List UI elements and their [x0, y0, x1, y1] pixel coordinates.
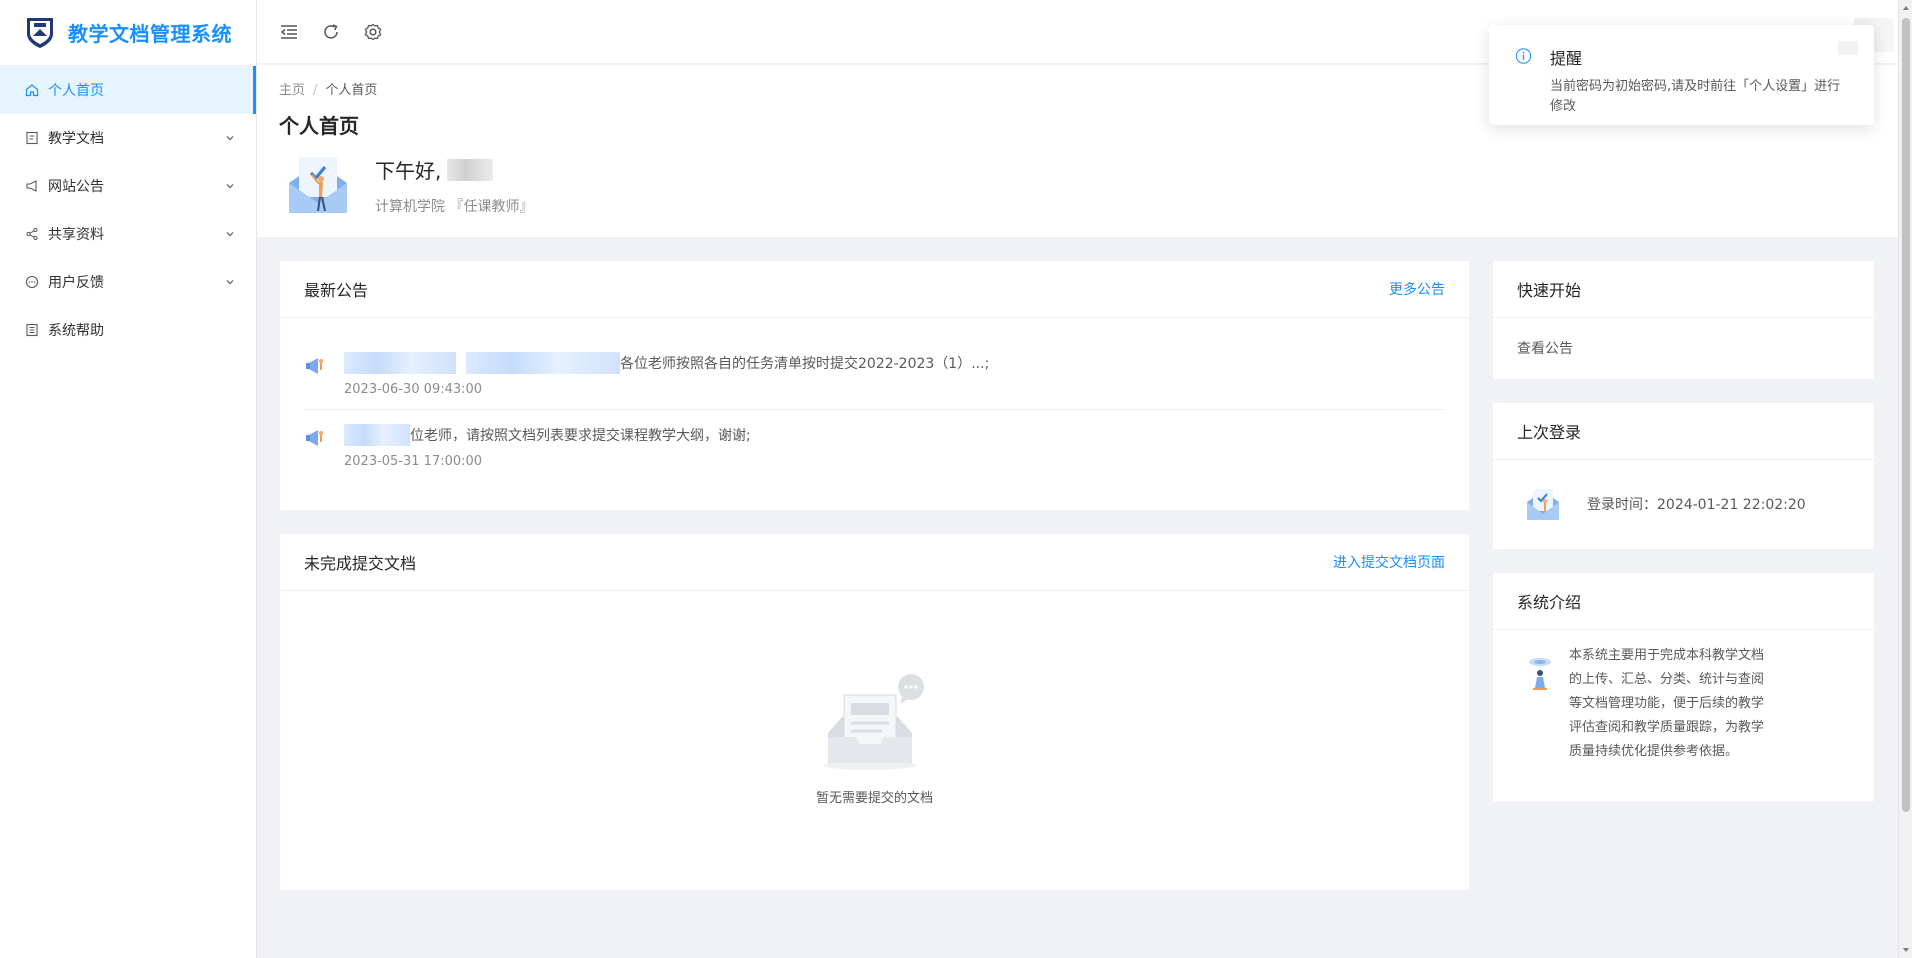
- notice-list: 各位老师按照各自的任务清单按时提交2022-2023（1）...; 2023-0…: [280, 318, 1469, 481]
- welcome-block: 下午好, 计算机学院 『任课教师』: [279, 149, 1876, 219]
- pending-docs-card: 未完成提交文档 进入提交文档页面 暂无需要提交的文档: [280, 534, 1469, 890]
- sidebar-item-teaching-docs[interactable]: 教学文档: [0, 114, 256, 162]
- quick-start-card: 快速开始 查看公告: [1493, 261, 1874, 379]
- megaphone-icon: [24, 178, 40, 194]
- envelope-illustration-icon: [1527, 489, 1559, 520]
- document-icon: [24, 130, 40, 146]
- envelope-illustration-icon: [289, 157, 347, 213]
- info-icon: [1515, 48, 1532, 64]
- redacted-text: [344, 352, 456, 374]
- announcement-icon: [306, 358, 323, 374]
- redacted-text: [466, 352, 620, 374]
- chevron-down-icon: [226, 280, 234, 285]
- last-login-card: 上次登录 登录时间：2024-01-21 22:02:20: [1493, 403, 1874, 549]
- sidebar-item-label: 共享资料: [48, 227, 104, 243]
- sidebar-item-shared-materials[interactable]: 共享资料: [0, 210, 256, 258]
- list-item[interactable]: 位老师，请按照文档列表要求提交课程教学大纲，谢谢; 2023-05-31 17:…: [304, 410, 1445, 481]
- scroll-down-arrow-icon[interactable]: [1902, 946, 1910, 954]
- system-intro-card: 系统介绍 本系统主要用于完成本科教学文档的上传、汇总、分类、统计与查阅等文档管理…: [1493, 573, 1874, 801]
- chevron-down-icon: [226, 184, 234, 189]
- last-login-time: 登录时间：2024-01-21 22:02:20: [1587, 497, 1806, 513]
- university-logo-icon: [27, 17, 53, 48]
- pending-docs-title: 未完成提交文档: [304, 554, 417, 573]
- sidebar-item-feedback[interactable]: 用户反馈: [0, 258, 256, 306]
- user-name-redacted: [447, 158, 494, 181]
- refresh-icon[interactable]: [319, 20, 343, 44]
- last-login-title: 上次登录: [1517, 423, 1582, 442]
- app-title: 教学文档管理系统: [68, 22, 232, 46]
- empty-state: 暂无需要提交的文档: [280, 591, 1469, 806]
- scroll-up-arrow-icon[interactable]: [1902, 4, 1910, 12]
- page-scrollbar[interactable]: [1898, 0, 1912, 958]
- notification-title: 提醒: [1550, 49, 1583, 68]
- department-role: 计算机学院 『任课教师』: [375, 199, 534, 215]
- app-logo-area[interactable]: 教学文档管理系统: [0, 0, 256, 66]
- empty-text: 暂无需要提交的文档: [815, 791, 933, 806]
- breadcrumb-home[interactable]: 主页: [279, 83, 305, 98]
- notice-title: 位老师，请按照文档列表要求提交课程教学大纲，谢谢;: [410, 428, 751, 444]
- notification-toast: 提醒 当前密码为初始密码,请及时前往「个人设置」进行修改: [1489, 25, 1874, 125]
- home-icon: [24, 82, 40, 98]
- breadcrumb-current: 个人首页: [325, 83, 378, 98]
- sidebar-item-label: 网站公告: [48, 179, 104, 195]
- chat-icon: [24, 274, 40, 290]
- notice-time: 2023-05-31 17:00:00: [344, 454, 483, 469]
- help-book-icon: [24, 322, 40, 338]
- more-notices-link[interactable]: 更多公告: [1389, 279, 1445, 299]
- system-intro-title: 系统介绍: [1517, 593, 1582, 612]
- collapse-menu-icon[interactable]: [277, 20, 301, 44]
- sidebar-item-label: 教学文档: [48, 131, 104, 147]
- submit-docs-page-link[interactable]: 进入提交文档页面: [1333, 552, 1445, 572]
- sidebar-item-label: 用户反馈: [48, 275, 104, 291]
- sidebar: 教学文档管理系统 个人首页 教学文档 网站公告 共享资料 用户反馈 系统帮助: [0, 0, 257, 958]
- sidebar-item-label: 系统帮助: [48, 323, 104, 339]
- sidebar-item-announcements[interactable]: 网站公告: [0, 162, 256, 210]
- announcement-icon: [306, 430, 323, 446]
- greeting-text: 下午好,: [375, 159, 442, 183]
- redacted-text: [344, 424, 410, 446]
- list-item[interactable]: 各位老师按照各自的任务清单按时提交2022-2023（1）...; 2023-0…: [304, 338, 1445, 410]
- settings-icon[interactable]: [361, 20, 385, 44]
- latest-notices-title: 最新公告: [304, 281, 369, 300]
- notification-message: 当前密码为初始密码,请及时前往「个人设置」进行修改: [1550, 79, 1841, 114]
- sidebar-item-label: 个人首页: [48, 83, 104, 99]
- person-illustration-icon: [1529, 658, 1551, 690]
- share-icon: [24, 226, 40, 242]
- sidebar-item-help[interactable]: 系统帮助: [0, 306, 256, 354]
- chevron-down-icon: [226, 136, 234, 141]
- scrollbar-thumb[interactable]: [1902, 18, 1910, 812]
- notice-title: 各位老师按照各自的任务清单按时提交2022-2023（1）...;: [620, 356, 990, 372]
- notice-time: 2023-06-30 09:43:00: [344, 382, 483, 397]
- sidebar-item-home[interactable]: 个人首页: [0, 66, 256, 114]
- sidebar-menu: 个人首页 教学文档 网站公告 共享资料 用户反馈 系统帮助: [0, 66, 256, 354]
- latest-notices-card: 最新公告 更多公告 各位老师按照各自的任务清单按时提交2022-2023（1）.…: [280, 261, 1469, 510]
- view-announcements-link[interactable]: 查看公告: [1493, 318, 1874, 378]
- quick-start-title: 快速开始: [1517, 281, 1582, 300]
- empty-inbox-icon: [823, 674, 924, 770]
- breadcrumb-separator: /: [313, 83, 318, 98]
- close-icon[interactable]: [1838, 41, 1858, 55]
- system-intro-text: 本系统主要用于完成本科教学文档的上传、汇总、分类、统计与查阅等文档管理功能，便于…: [1569, 648, 1765, 759]
- chevron-down-icon: [226, 232, 234, 237]
